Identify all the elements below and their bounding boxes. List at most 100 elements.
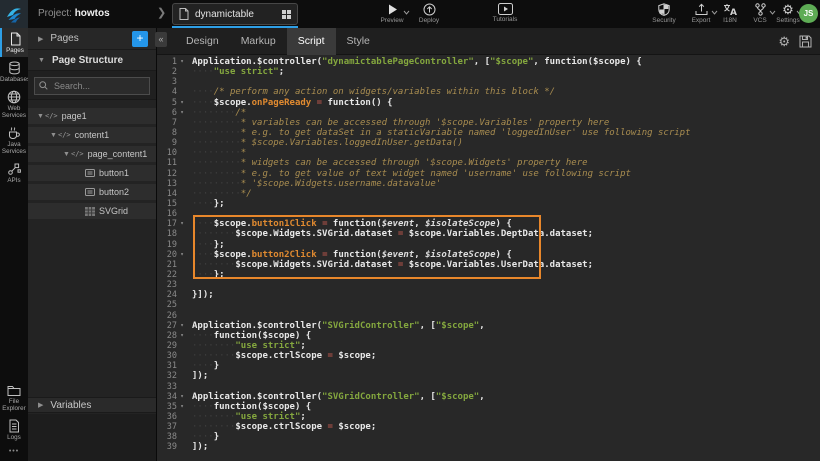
code-line-18[interactable]: 18········$scope.Widgets.SVGrid.dataset … <box>157 229 820 239</box>
tree-item-button1[interactable]: button1 <box>28 165 156 181</box>
code-text[interactable]: Application.$controller("SVGridControlle… <box>187 321 820 331</box>
code-line-26[interactable]: 26 <box>157 311 820 321</box>
code-line-10[interactable]: 10·········* <box>157 148 820 158</box>
code-line-37[interactable]: 37········$scope.ctrlScope = $scope; <box>157 422 820 432</box>
code-line-36[interactable]: 36········"use strict"; <box>157 412 820 422</box>
fold-marker-icon[interactable]: ▾ <box>177 331 187 341</box>
code-line-30[interactable]: 30········$scope.ctrlScope = $scope; <box>157 351 820 361</box>
tree-item-SVGrid[interactable]: SVGrid <box>28 203 156 219</box>
structure-expand-arrow-icon[interactable]: ▼ <box>38 57 45 64</box>
fold-marker-icon[interactable]: ▾ <box>177 402 187 412</box>
code-text[interactable]: ·········* e.g. to get dataSet in a stat… <box>187 128 820 138</box>
code-line-25[interactable]: 25 <box>157 300 820 310</box>
code-text[interactable] <box>187 280 820 290</box>
code-text[interactable]: ····$scope.button2Click = function($even… <box>187 250 820 260</box>
rail-item-databases[interactable]: Databases <box>0 57 28 86</box>
code-line-7[interactable]: 7·········* variables can be accessed th… <box>157 118 820 128</box>
code-line-2[interactable]: 2····"use strict"; <box>157 67 820 77</box>
panel-collapse-button[interactable]: « <box>155 32 167 47</box>
variables-collapse-arrow-icon[interactable]: ▶ <box>38 401 43 409</box>
fold-marker-icon[interactable]: ▾ <box>177 392 187 402</box>
code-text[interactable]: ····}; <box>187 240 820 250</box>
tree-item-content1[interactable]: ▼</>content1 <box>28 127 156 143</box>
tree-item-page_content1[interactable]: ▼</>page_content1 <box>28 146 156 162</box>
tree-item-page1[interactable]: ▼</>page1 <box>28 108 156 124</box>
code-text[interactable]: ····function($scope) { <box>187 402 820 412</box>
code-line-14[interactable]: 14·········*/ <box>157 189 820 199</box>
code-line-22[interactable]: 22····}; <box>157 270 820 280</box>
rail-item-web-services[interactable]: Web Services <box>0 86 28 122</box>
fold-marker-icon[interactable]: ▾ <box>177 98 187 108</box>
code-line-32[interactable]: 32]); <box>157 371 820 381</box>
code-text[interactable]: ····"use strict"; <box>187 67 820 77</box>
tab-script[interactable]: Script <box>287 28 336 55</box>
code-text[interactable]: ········$scope.Widgets.SVGrid.dataset = … <box>187 260 820 270</box>
code-line-20[interactable]: 20▾····$scope.button2Click = function($e… <box>157 250 820 260</box>
code-text[interactable] <box>187 311 820 321</box>
code-line-31[interactable]: 31····} <box>157 361 820 371</box>
code-line-19[interactable]: 19····}; <box>157 240 820 250</box>
add-page-button[interactable]: + <box>132 31 148 47</box>
code-text[interactable]: ········"use strict"; <box>187 412 820 422</box>
code-editor[interactable]: 1▾Application.$controller("dynamictableP… <box>157 55 820 461</box>
tree-expander-icon[interactable]: ▼ <box>62 151 71 158</box>
code-line-24[interactable]: 24}]); <box>157 290 820 300</box>
code-line-16[interactable]: 16 <box>157 209 820 219</box>
tree-item-button2[interactable]: button2 <box>28 184 156 200</box>
page-layout-grid-icon[interactable] <box>282 10 291 19</box>
code-line-33[interactable]: 33 <box>157 382 820 392</box>
code-line-23[interactable]: 23 <box>157 280 820 290</box>
code-text[interactable]: ········$scope.ctrlScope = $scope; <box>187 422 820 432</box>
code-line-4[interactable]: 4····/* perform any action on widgets/va… <box>157 87 820 97</box>
code-text[interactable]: ····}; <box>187 199 820 209</box>
rail-item-java-services[interactable]: Java Services <box>0 122 28 158</box>
rail-item-apis[interactable]: APIs <box>0 158 28 187</box>
code-text[interactable]: ····}; <box>187 270 820 280</box>
fold-marker-icon[interactable]: ▾ <box>177 57 187 67</box>
code-line-9[interactable]: 9·········* $scope.Variables.loggedInUse… <box>157 138 820 148</box>
rail-item-file-explorer[interactable]: File Explorer <box>0 381 28 415</box>
code-text[interactable]: ]); <box>187 371 820 381</box>
page-structure-header[interactable]: ▼ Page Structure <box>28 50 156 71</box>
code-text[interactable]: ·········* widgets can be accessed throu… <box>187 158 820 168</box>
fold-marker-icon[interactable]: ▾ <box>177 108 187 118</box>
tree-expander-icon[interactable]: ▼ <box>36 113 45 120</box>
code-text[interactable]: ········/* <box>187 108 820 118</box>
code-text[interactable]: ········"use strict"; <box>187 341 820 351</box>
code-text[interactable]: Application.$controller("SVGridControlle… <box>187 392 820 402</box>
rail-item-pages[interactable]: Pages <box>0 28 28 57</box>
code-line-21[interactable]: 21········$scope.Widgets.SVGrid.dataset … <box>157 260 820 270</box>
code-text[interactable]: ········$scope.Widgets.SVGrid.dataset = … <box>187 229 820 239</box>
code-text[interactable]: ·········* $scope.Variables.loggedInUser… <box>187 138 820 148</box>
save-icon[interactable] <box>799 35 812 48</box>
fold-marker-icon[interactable]: ▾ <box>177 321 187 331</box>
fold-marker-icon[interactable]: ▾ <box>177 219 187 229</box>
code-line-28[interactable]: 28▾····function($scope) { <box>157 331 820 341</box>
rail-more-button[interactable]: ••• <box>0 444 28 461</box>
fold-marker-icon[interactable]: ▾ <box>177 250 187 260</box>
user-avatar[interactable]: JS <box>799 4 818 23</box>
tree-expander-icon[interactable]: ▼ <box>49 132 58 139</box>
code-line-17[interactable]: 17▾····$scope.button1Click = function($e… <box>157 219 820 229</box>
code-text[interactable]: ·········* '$scope.Widgets.username.data… <box>187 179 820 189</box>
code-text[interactable]: Application.$controller("dynamictablePag… <box>187 57 820 67</box>
pages-collapse-arrow-icon[interactable]: ▶ <box>38 35 43 43</box>
structure-search-input[interactable] <box>34 77 150 95</box>
code-text[interactable]: ····} <box>187 432 820 442</box>
code-line-29[interactable]: 29········"use strict"; <box>157 341 820 351</box>
pages-section-header[interactable]: ▶ Pages + <box>28 28 156 50</box>
code-text[interactable]: ·········* e.g. to get value of text wid… <box>187 169 820 179</box>
code-line-35[interactable]: 35▾····function($scope) { <box>157 402 820 412</box>
wavemaker-logo[interactable] <box>0 0 28 28</box>
code-line-5[interactable]: 5▾····$scope.onPageReady = function() { <box>157 98 820 108</box>
code-text[interactable] <box>187 300 820 310</box>
code-text[interactable]: }]); <box>187 290 820 300</box>
code-text[interactable]: ····$scope.button1Click = function($even… <box>187 219 820 229</box>
code-text[interactable]: ·········*/ <box>187 189 820 199</box>
code-line-34[interactable]: 34▾Application.$controller("SVGridContro… <box>157 392 820 402</box>
deploy-button[interactable]: Deploy <box>409 3 449 24</box>
editor-settings-gear-icon[interactable]: ⚙ <box>778 35 790 48</box>
code-text[interactable]: ·········* <box>187 148 820 158</box>
variables-section-header[interactable]: ▶ Variables <box>28 397 156 413</box>
code-text[interactable]: ····/* perform any action on widgets/var… <box>187 87 820 97</box>
